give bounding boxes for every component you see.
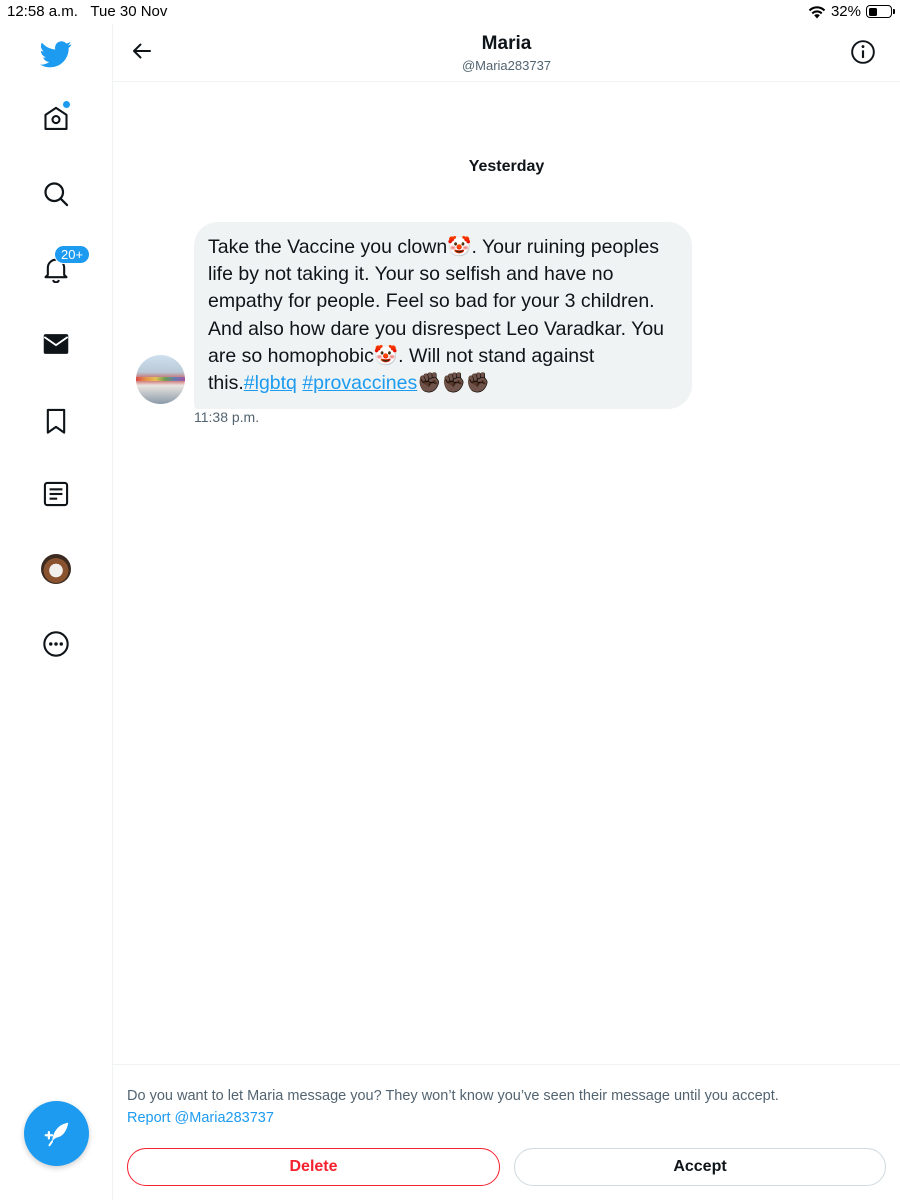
status-time: 12:58 a.m. Tue 30 Nov [7, 3, 168, 20]
envelope-icon [43, 334, 69, 354]
list-icon [43, 481, 69, 507]
conversation-info-button[interactable] [850, 39, 876, 65]
request-prompt: Do you want to let Maria message you? Th… [127, 1088, 779, 1104]
hashtag-link-provaccines[interactable]: #provaccines [302, 372, 417, 394]
emoji-fists: ✊🏿✊🏿✊🏿 [417, 372, 491, 395]
delete-button[interactable]: Delete [127, 1148, 500, 1186]
home-icon [44, 106, 68, 130]
more-icon [43, 631, 69, 657]
nav-home[interactable] [32, 95, 80, 143]
battery-percent: 32% [830, 3, 861, 20]
message-request-panel: Do you want to let Maria message you? Th… [113, 1064, 900, 1200]
sender-avatar[interactable] [136, 355, 185, 404]
sidebar-nav: 20+ [0, 24, 113, 1200]
nav-profile[interactable] [32, 545, 80, 593]
nav-more[interactable] [32, 620, 80, 668]
status-right: 32% [808, 3, 895, 20]
nav-notifications[interactable]: 20+ [32, 245, 91, 293]
conversation-header: Maria @Maria283737 [113, 24, 900, 82]
status-date: Tue 30 Nov [90, 3, 168, 20]
nav-explore[interactable] [32, 170, 80, 218]
report-link[interactable]: Report @Maria283737 [127, 1110, 274, 1126]
nav-bookmarks[interactable] [32, 397, 80, 445]
accept-button[interactable]: Accept [514, 1148, 886, 1186]
notifications-badge: 20+ [54, 245, 91, 264]
nav-messages[interactable] [32, 320, 80, 368]
wifi-icon [808, 5, 826, 18]
conversation-handle: @Maria283737 [461, 58, 552, 73]
bookmark-icon [46, 408, 66, 434]
home-dot-badge [62, 100, 71, 109]
conversation-title: Maria [481, 33, 532, 54]
message-text: Take the Vaccine you clown🤡. Your ruinin… [208, 236, 665, 395]
compose-tweet-button[interactable] [24, 1101, 89, 1166]
status-bar: 12:58 a.m. Tue 30 Nov 32% [0, 0, 900, 24]
info-icon [851, 40, 875, 64]
nav-lists[interactable] [32, 470, 80, 518]
profile-avatar [41, 554, 71, 584]
message-timestamp: 11:38 p.m. [194, 409, 260, 425]
message-bubble[interactable]: Take the Vaccine you clown🤡. Your ruinin… [194, 222, 692, 410]
bird-icon [40, 41, 72, 68]
compose-feather-icon [44, 1122, 68, 1146]
twitter-logo[interactable] [32, 30, 80, 78]
hashtag-link-lgbtq[interactable]: #lgbtq [244, 372, 297, 394]
battery-icon [866, 5, 895, 18]
search-icon [44, 182, 69, 207]
day-separator: Yesterday [468, 158, 545, 175]
